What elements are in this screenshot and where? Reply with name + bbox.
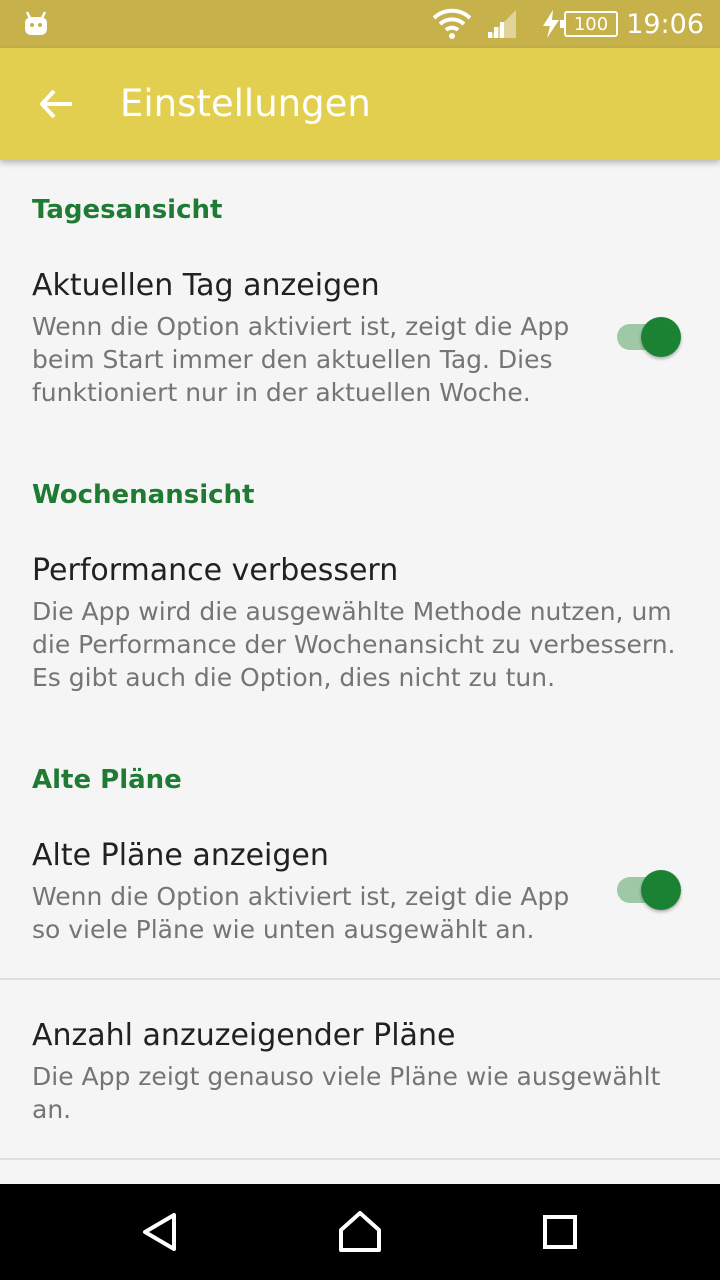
wifi-icon [432, 0, 472, 48]
charging-icon [540, 0, 562, 48]
nav-recents-button[interactable] [524, 1196, 596, 1268]
preference-title: Anzahl anzuzeigender Pläne [32, 1018, 456, 1053]
nav-back-button[interactable] [124, 1196, 196, 1268]
preference-summary: Die App zeigt genauso viele Pläne wie au… [32, 1062, 661, 1124]
home-icon [339, 1211, 381, 1252]
preference-title: Aktuellen Tag anzeigen [32, 268, 380, 303]
aktuellen-tag-switch[interactable] [617, 317, 681, 357]
nav-home-button[interactable] [324, 1196, 396, 1268]
preference-title: Performance verbessern [32, 553, 399, 588]
preference-summary: Wenn die Option aktiviert ist, zeigt die… [32, 312, 570, 407]
divider [0, 1158, 720, 1160]
battery-level: 100 [573, 13, 609, 35]
arrow-back-icon [39, 89, 72, 119]
alte-plaene-switch[interactable] [617, 870, 681, 910]
preference-title: Alte Pläne anzeigen [32, 838, 329, 873]
android-notification-icon [22, 0, 50, 48]
category-wochenansicht: Wochenansicht [32, 480, 255, 510]
switch-thumb [641, 317, 681, 357]
back-button[interactable] [20, 68, 92, 140]
back-triangle-icon [143, 1213, 176, 1251]
category-alte-plaene: Alte Pläne [32, 765, 182, 795]
navigation-bar [0, 1184, 720, 1280]
divider [0, 978, 720, 980]
cell-signal-icon [486, 0, 518, 48]
status-time: 19:06 [626, 8, 704, 40]
recents-square-icon [543, 1215, 577, 1249]
status-bar: 100 19:06 [0, 0, 720, 48]
switch-thumb [641, 870, 681, 910]
battery-icon: 100 [560, 0, 618, 48]
page-title: Einstellungen [120, 82, 371, 125]
preference-summary: Die App wird die ausgewählte Methode nut… [32, 597, 676, 692]
app-bar: Einstellungen [0, 48, 720, 160]
preference-summary: Wenn die Option aktiviert ist, zeigt die… [32, 882, 570, 944]
category-tagesansicht: Tagesansicht [32, 195, 223, 225]
